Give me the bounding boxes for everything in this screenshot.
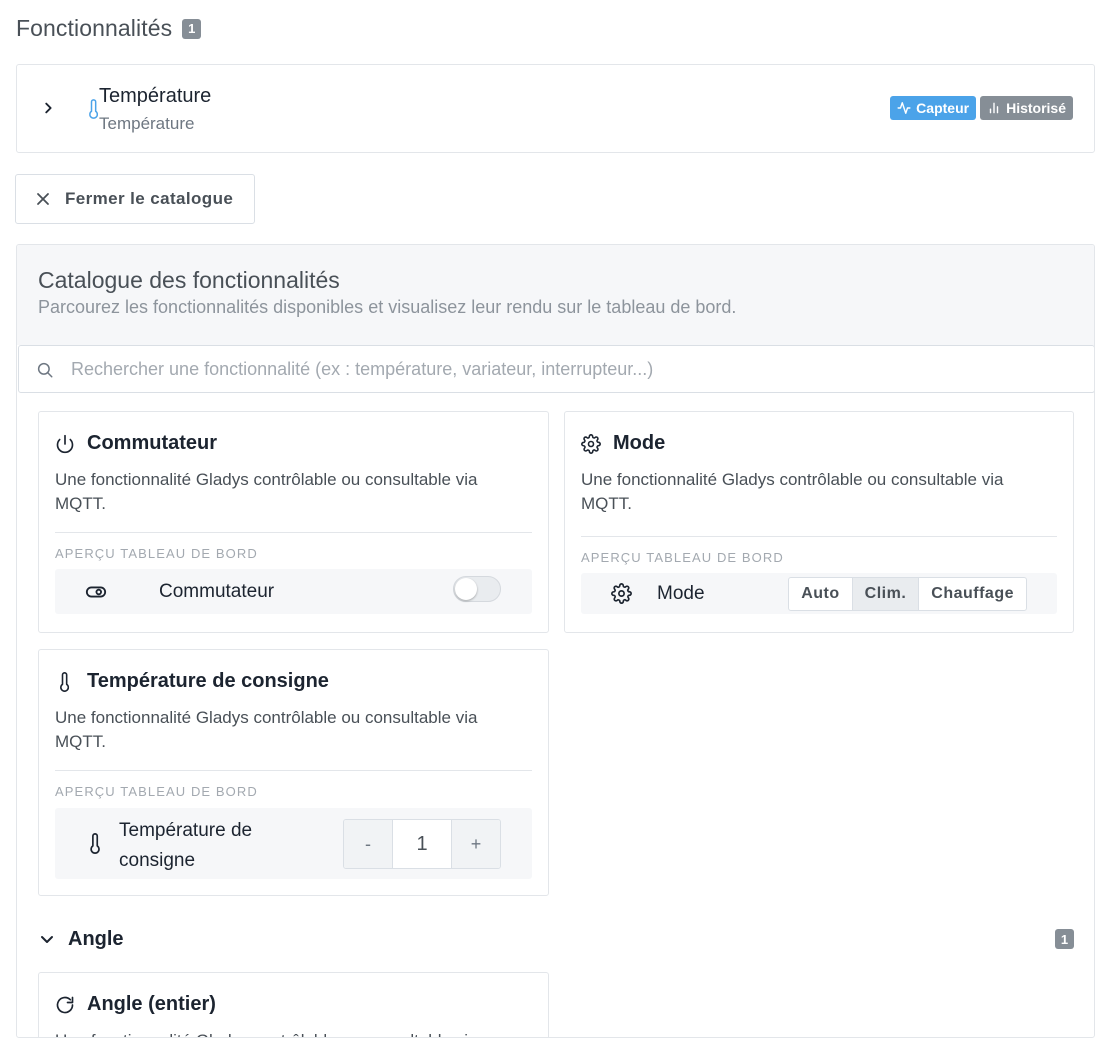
card-description: Une fonctionnalité Gladys contrôlable ou… (581, 470, 1004, 513)
section-title: Fonctionnalités (16, 15, 173, 41)
dashboard-preview: Température de consigne - 1 + (55, 808, 532, 879)
preview-label: APERÇU TABLEAU DE BORD (55, 784, 258, 799)
preview-name: Commutateur (159, 581, 275, 602)
toggle-knob (455, 578, 477, 600)
power-icon (56, 434, 74, 453)
mode-option-chauffage[interactable]: Chauffage (919, 578, 1026, 610)
feature-title: Température (99, 85, 212, 107)
chevron-right-icon[interactable] (41, 101, 55, 115)
preview-name: Mode (657, 583, 705, 604)
toggle-icon (85, 586, 107, 598)
dashboard-preview: Mode Auto Clim. Chauffage (581, 573, 1057, 614)
search-input[interactable] (71, 346, 1071, 392)
thermometer-icon (90, 833, 100, 854)
card-header: Mode (581, 432, 665, 455)
card-title: Commutateur (87, 432, 218, 454)
close-catalogue-button[interactable]: Fermer le catalogue (15, 174, 255, 224)
card-header: Commutateur (55, 432, 217, 455)
catalogue-card-setpoint: Température de consigne Une fonctionnali… (38, 649, 549, 896)
feature-card-temperature: Température Température Capteur Historis… (16, 64, 1095, 153)
dashboard-preview: Commutateur (55, 569, 532, 614)
switch-toggle[interactable] (453, 576, 501, 602)
mode-option-clim[interactable]: Clim. (852, 578, 920, 610)
bar-chart-icon (989, 102, 999, 114)
feature-tags: Capteur Historisé (890, 96, 1073, 120)
stepper-value[interactable]: 1 (392, 820, 452, 868)
catalogue-card-switch: Commutateur Une fonctionnalité Gladys co… (38, 411, 549, 633)
card-divider (55, 532, 532, 533)
thermometer-icon (60, 671, 70, 692)
catalogue-card-angle: Angle (entier) Une fonctionnalité Gladys… (38, 972, 549, 1037)
catalogue-panel: Catalogue des fonctionnalités Parcourez … (16, 244, 1095, 1038)
card-title: Angle (entier) (87, 993, 216, 1015)
features-count-badge: 1 (182, 18, 202, 39)
card-description: Une fonctionnalité Gladys contrôlable ou… (55, 708, 478, 751)
decrement-button[interactable]: - (344, 820, 392, 868)
catalogue-title: Catalogue des fonctionnalités (38, 267, 340, 293)
increment-button[interactable]: + (452, 820, 500, 868)
card-header: Température de consigne (55, 670, 329, 693)
gear-icon (581, 433, 601, 454)
rotate-icon (56, 996, 74, 1013)
catalogue-header: Catalogue des fonctionnalités Parcourez … (17, 245, 1094, 345)
close-icon (37, 193, 49, 205)
card-divider (581, 536, 1057, 537)
card-divider (55, 770, 532, 771)
catalogue-subtitle: Parcourez les fonctionnalités disponible… (38, 297, 737, 317)
gear-icon (611, 583, 632, 604)
mode-segmented-control: Auto Clim. Chauffage (788, 577, 1027, 611)
catalogue-card-mode: Mode Une fonctionnalité Gladys contrôlab… (564, 411, 1074, 633)
sensor-tag: Capteur (890, 96, 977, 120)
activity-icon (897, 102, 911, 114)
card-description: Une fonctionnalité Gladys contrôlable ou… (55, 1029, 515, 1037)
history-tag: Historisé (980, 96, 1073, 120)
mode-option-auto[interactable]: Auto (789, 578, 853, 610)
preview-label: APERÇU TABLEAU DE BORD (581, 550, 784, 565)
group-count-badge: 1 (1055, 929, 1074, 949)
card-description: Une fonctionnalité Gladys contrôlable ou… (55, 470, 478, 513)
preview-name: Température de consigne (119, 820, 253, 871)
card-title: Température de consigne (87, 670, 329, 692)
preview-label: APERÇU TABLEAU DE BORD (55, 546, 258, 561)
feature-subtitle: Température (99, 114, 195, 133)
setpoint-stepper: - 1 + (343, 819, 501, 869)
search-box (18, 345, 1094, 393)
group-name: Angle (68, 927, 124, 950)
group-row-angle[interactable]: Angle 1 (39, 925, 1074, 953)
features-section-header: Fonctionnalités 1 (16, 15, 202, 42)
sensor-tag-label: Capteur (916, 100, 970, 116)
close-catalogue-label: Fermer le catalogue (65, 189, 234, 208)
search-icon (37, 362, 53, 378)
chevron-down-icon[interactable] (39, 931, 55, 947)
card-title: Mode (613, 432, 666, 454)
history-tag-label: Historisé (1006, 100, 1066, 116)
card-header: Angle (entier) (55, 993, 216, 1016)
